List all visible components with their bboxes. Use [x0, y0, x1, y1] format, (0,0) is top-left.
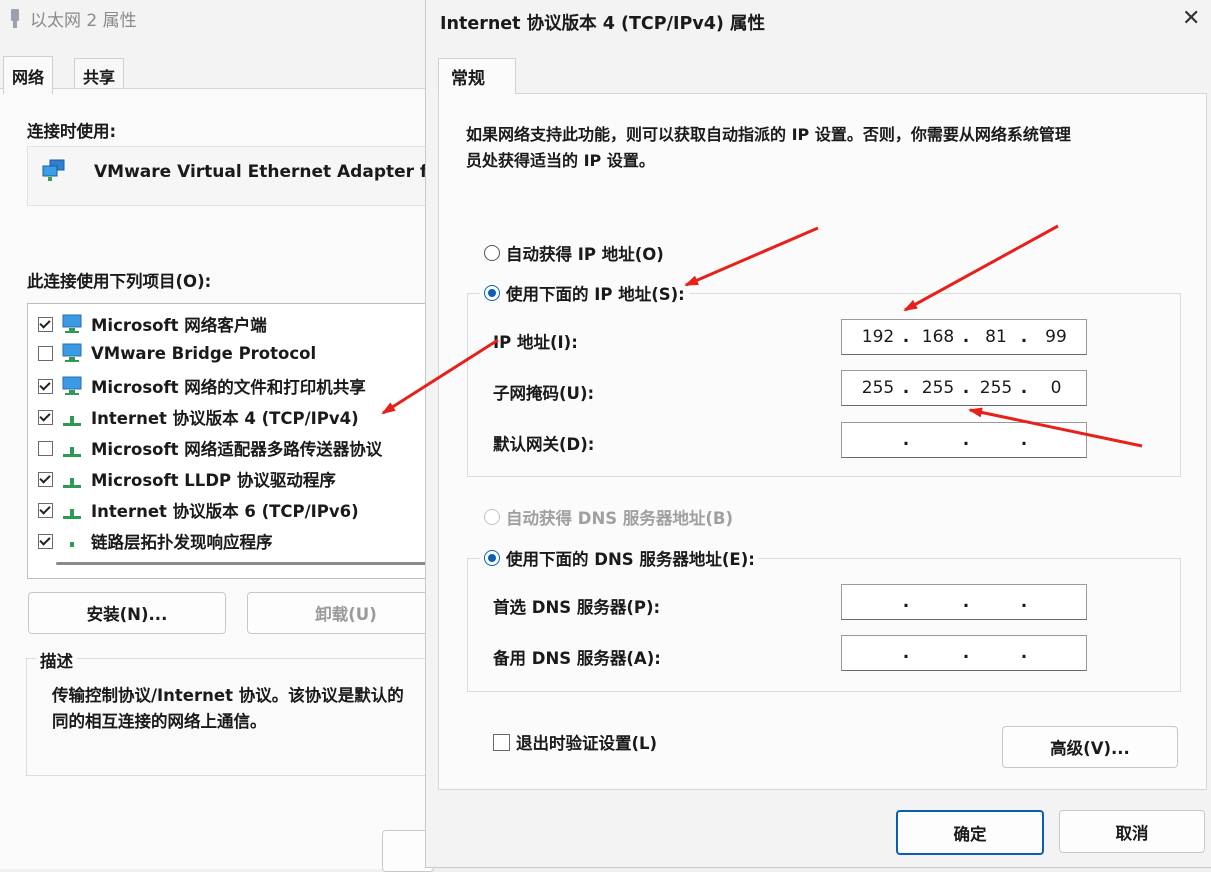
gateway-input[interactable]: . . .: [841, 422, 1087, 458]
checkbox[interactable]: [38, 409, 53, 425]
manual-dns-radio[interactable]: 使用下面的 DNS 服务器地址(E):: [480, 546, 759, 570]
connect-using-label: 连接时使用:: [27, 122, 117, 141]
protocol-icon: [63, 416, 81, 426]
checkbox[interactable]: [38, 345, 53, 361]
subnet-mask-label: 子网掩码(U):: [493, 384, 595, 403]
close-icon[interactable]: ✕: [1182, 8, 1200, 30]
intro-text-2: 员处获得适当的 IP 设置。: [466, 151, 655, 170]
network-client-icon: [62, 314, 82, 333]
window-title: 以太网 2 属性: [30, 11, 137, 31]
components-list[interactable]: Microsoft 网络客户端 VMware Bridge Protocol M…: [27, 303, 439, 579]
protocol-icon: [70, 542, 74, 547]
ip-address-label: IP 地址(I):: [493, 333, 578, 352]
install-button[interactable]: 安装(N)...: [28, 592, 226, 634]
validate-on-exit-checkbox[interactable]: 退出时验证设置(L): [493, 730, 657, 754]
horizontal-scrollbar[interactable]: [56, 562, 438, 565]
checkbox[interactable]: [38, 316, 53, 332]
gateway-label: 默认网关(D):: [493, 435, 595, 454]
items-list-label: 此连接使用下列项目(O):: [27, 272, 212, 291]
list-item[interactable]: 链路层拓扑发现响应程序: [38, 529, 273, 553]
alternate-dns-label: 备用 DNS 服务器(A):: [493, 649, 661, 668]
network-client-icon: [62, 343, 82, 362]
description-text-1: 传输控制协议/Internet 协议。该协议是默认的: [52, 686, 404, 705]
radio-button[interactable]: [484, 245, 500, 261]
cancel-button[interactable]: 取消: [1059, 810, 1205, 853]
checkbox[interactable]: [38, 440, 53, 456]
list-item[interactable]: Microsoft 网络适配器多路传送器协议: [38, 436, 382, 460]
network-adapter-icon: [42, 159, 65, 181]
radio-button[interactable]: [484, 550, 500, 566]
list-item[interactable]: Internet 协议版本 4 (TCP/IPv4): [38, 405, 359, 429]
list-item[interactable]: Microsoft LLDP 协议驱动程序: [38, 467, 336, 491]
ok-button[interactable]: 确定: [896, 810, 1044, 855]
manual-ip-radio[interactable]: 使用下面的 IP 地址(S):: [480, 281, 689, 305]
preferred-dns-input[interactable]: . . .: [841, 584, 1087, 620]
advanced-button[interactable]: 高级(V)...: [1002, 726, 1178, 768]
tab-general[interactable]: 常规: [438, 58, 516, 94]
uninstall-button[interactable]: 卸载(U): [247, 592, 445, 634]
description-text-2: 同的相互连接的网络上通信。: [52, 712, 267, 731]
list-item[interactable]: Microsoft 网络的文件和打印机共享: [38, 374, 366, 398]
window-title-bar: 以太网 2 属性: [8, 6, 137, 31]
protocol-icon: [63, 509, 81, 519]
list-item[interactable]: VMware Bridge Protocol: [38, 343, 316, 363]
radio-button[interactable]: [484, 509, 500, 525]
list-item[interactable]: Microsoft 网络客户端: [38, 312, 267, 336]
checkbox[interactable]: [38, 533, 53, 549]
tab-sharing[interactable]: 共享: [74, 58, 125, 92]
preferred-dns-label: 首选 DNS 服务器(P):: [493, 598, 661, 617]
checkbox[interactable]: [38, 378, 53, 394]
adapter-box: VMware Virtual Ethernet Adapter fo: [27, 146, 439, 206]
dialog-title: Internet 协议版本 4 (TCP/IPv4) 属性: [440, 14, 765, 34]
radio-button[interactable]: [484, 285, 500, 301]
network-client-icon: [62, 376, 82, 395]
protocol-icon: [63, 447, 81, 457]
subnet-mask-input[interactable]: 255 . 255 . 255 . 0: [841, 370, 1087, 406]
ethernet-icon: [11, 8, 19, 28]
ip-address-input[interactable]: 192 . 168 . 81 . 99: [841, 319, 1087, 355]
checkbox[interactable]: [38, 471, 53, 487]
checkbox[interactable]: [38, 502, 53, 518]
list-item[interactable]: Internet 协议版本 6 (TCP/IPv6): [38, 498, 359, 522]
checkbox[interactable]: [493, 733, 510, 751]
adapter-name: VMware Virtual Ethernet Adapter fo: [94, 162, 440, 182]
ethernet-properties-window: 以太网 2 属性 网络 共享 连接时使用: VMware Virtual Eth…: [0, 0, 448, 872]
description-label: 描述: [36, 648, 77, 672]
auto-ip-radio[interactable]: 自动获得 IP 地址(O): [484, 241, 664, 265]
tab-network[interactable]: 网络: [3, 56, 54, 94]
ipv4-properties-dialog: Internet 协议版本 4 (TCP/IPv4) 属性 ✕ 常规 如果网络支…: [425, 0, 1211, 868]
intro-text-1: 如果网络支持此功能，则可以获取自动指派的 IP 设置。否则，你需要从网络系统管理: [466, 125, 1071, 144]
protocol-icon: [63, 478, 81, 488]
dns-group: [467, 558, 1181, 692]
alternate-dns-input[interactable]: . . .: [841, 635, 1087, 671]
auto-dns-radio[interactable]: 自动获得 DNS 服务器地址(B): [484, 505, 733, 529]
